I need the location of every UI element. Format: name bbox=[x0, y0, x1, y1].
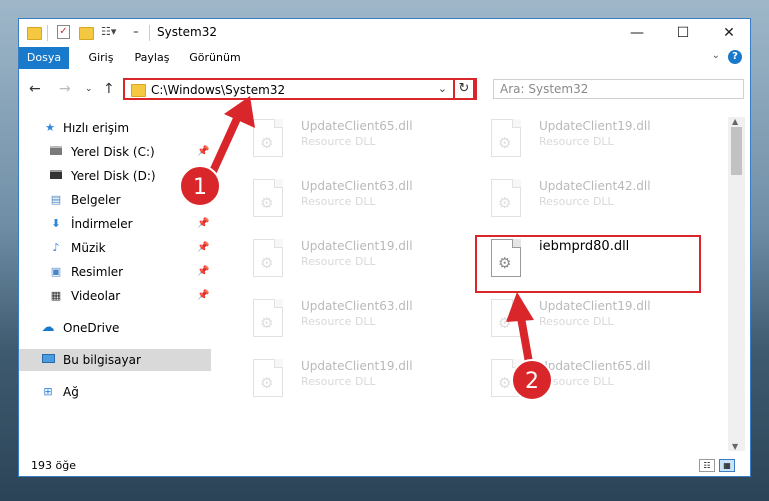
new-folder-icon[interactable] bbox=[79, 27, 94, 40]
list-item[interactable]: ⚙ UpdateClient65.dll Resource DLL bbox=[475, 353, 701, 407]
refresh-icon: ↻ bbox=[458, 81, 470, 96]
quick-access-dropdown-icon[interactable]: ₌ bbox=[133, 24, 139, 37]
gear-icon: ⚙ bbox=[260, 194, 274, 212]
gear-icon: ⚙ bbox=[498, 134, 512, 152]
network-icon: ⊞ bbox=[43, 385, 53, 398]
dll-file-icon: ⚙ bbox=[253, 179, 283, 217]
star-icon: ★ bbox=[45, 121, 55, 134]
list-item[interactable]: ⚙ UpdateClient19.dll Resource DLL bbox=[475, 293, 701, 347]
sidebar-item-quick-access[interactable]: ★ Hızlı erişim bbox=[19, 117, 211, 139]
pin-icon[interactable]: 📌 bbox=[197, 189, 209, 211]
dll-file-icon: ⚙ bbox=[253, 359, 283, 397]
search-input[interactable]: Ara: System32 bbox=[493, 79, 744, 99]
navigation-bar: ← → ⌄ ↑ C:\Windows\System32 ⌄ ↻ Ara: Sys… bbox=[19, 69, 750, 109]
list-item[interactable]: ⚙ UpdateClient19.dll Resource DLL bbox=[237, 353, 463, 407]
back-arrow-icon[interactable]: ← bbox=[29, 81, 41, 97]
close-button[interactable]: ✕ bbox=[706, 19, 750, 47]
large-icons-view-icon[interactable]: ▦ bbox=[719, 459, 735, 472]
help-icon[interactable]: ? bbox=[728, 50, 742, 64]
title-bar: ✓ ☷▾ ₌ System32 — ☐ ✕ bbox=[19, 19, 750, 47]
sidebar-item-local-disk-d[interactable]: Yerel Disk (D:) bbox=[19, 165, 211, 187]
list-item[interactable]: ⚙ UpdateClient63.dll Resource DLL bbox=[237, 293, 463, 347]
scrollbar-thumb[interactable] bbox=[731, 127, 742, 175]
dll-file-icon: ⚙ bbox=[253, 239, 283, 277]
details-view-icon[interactable]: ☷ bbox=[699, 459, 715, 472]
videos-icon: ▦ bbox=[50, 289, 62, 302]
dll-file-icon: ⚙ bbox=[491, 359, 521, 397]
navigation-pane: ★ Hızlı erişim Yerel Disk (C:) 📌 Yerel D… bbox=[19, 109, 211, 451]
sidebar-item-local-disk-c[interactable]: Yerel Disk (C:) 📌 bbox=[19, 141, 211, 163]
list-item[interactable]: ⚙ UpdateClient19.dll Resource DLL bbox=[475, 113, 701, 167]
cloud-icon: ☁ bbox=[41, 320, 55, 335]
sidebar-item-videos[interactable]: ▦ Videolar 📌 bbox=[19, 285, 211, 307]
sidebar-item-documents[interactable]: ▤ Belgeler 📌 bbox=[19, 189, 211, 211]
dll-file-icon: ⚙ bbox=[491, 179, 521, 217]
gear-icon: ⚙ bbox=[260, 134, 274, 152]
address-path: C:\Windows\System32 bbox=[151, 83, 286, 97]
dll-file-icon: ⚙ bbox=[253, 299, 283, 337]
maximize-button[interactable]: ☐ bbox=[660, 19, 706, 47]
pin-icon[interactable]: 📌 bbox=[197, 261, 209, 283]
list-item[interactable]: ⚙ UpdateClient42.dll Resource DLL bbox=[475, 173, 701, 227]
gear-icon: ⚙ bbox=[260, 374, 274, 392]
divider bbox=[47, 25, 48, 41]
gear-icon: ⚙ bbox=[498, 194, 512, 212]
documents-icon: ▤ bbox=[50, 193, 62, 206]
divider bbox=[149, 25, 150, 41]
scroll-down-icon[interactable]: ▼ bbox=[732, 442, 738, 451]
file-highlight-box bbox=[475, 235, 701, 293]
ribbon-tabs: Dosya Giriş Paylaş Görünüm ⌄ ? bbox=[19, 47, 750, 101]
pin-icon[interactable]: 📌 bbox=[197, 237, 209, 259]
music-icon: ♪ bbox=[52, 241, 60, 254]
computer-icon bbox=[41, 354, 55, 366]
tab-home[interactable]: Giriş bbox=[81, 47, 121, 69]
forward-arrow-icon[interactable]: → bbox=[59, 81, 71, 97]
dll-file-icon: ⚙ bbox=[491, 119, 521, 157]
sidebar-item-music[interactable]: ♪ Müzik 📌 bbox=[19, 237, 211, 259]
properties-icon[interactable]: ✓ bbox=[57, 25, 70, 39]
gear-icon: ⚙ bbox=[260, 254, 274, 272]
tab-share[interactable]: Paylaş bbox=[129, 47, 175, 69]
sidebar-item-downloads[interactable]: ⬇ İndirmeler 📌 bbox=[19, 213, 211, 235]
chevron-down-icon[interactable]: ⌄ bbox=[712, 50, 720, 61]
pin-icon[interactable]: 📌 bbox=[197, 141, 209, 163]
item-count: 193 öğe bbox=[31, 459, 76, 472]
minimize-button[interactable]: — bbox=[614, 19, 660, 47]
address-bar[interactable]: C:\Windows\System32 ⌄ bbox=[123, 78, 477, 100]
folder-icon bbox=[131, 84, 146, 97]
sidebar-item-pictures[interactable]: ▣ Resimler 📌 bbox=[19, 261, 211, 283]
recent-locations-icon[interactable]: ⌄ bbox=[85, 84, 93, 94]
dll-file-icon: ⚙ bbox=[253, 119, 283, 157]
vertical-scrollbar[interactable]: ▲ ▼ bbox=[728, 117, 745, 451]
folder-icon bbox=[27, 27, 42, 40]
pin-icon[interactable]: 📌 bbox=[197, 285, 209, 307]
download-icon: ⬇ bbox=[51, 217, 61, 230]
gear-icon: ⚙ bbox=[260, 314, 274, 332]
gear-icon: ⚙ bbox=[498, 374, 512, 392]
drive-icon bbox=[49, 146, 63, 158]
pictures-icon: ▣ bbox=[50, 265, 62, 278]
pin-icon[interactable]: 📌 bbox=[197, 213, 209, 235]
list-item[interactable]: ⚙ UpdateClient63.dll Resource DLL bbox=[237, 173, 463, 227]
gear-icon: ⚙ bbox=[498, 314, 512, 332]
list-item[interactable]: ⚙ UpdateClient19.dll Resource DLL bbox=[237, 233, 463, 287]
sidebar-item-onedrive[interactable]: ☁ OneDrive bbox=[19, 317, 211, 339]
up-arrow-icon[interactable]: ↑ bbox=[103, 81, 115, 97]
scroll-up-icon[interactable]: ▲ bbox=[732, 117, 738, 126]
refresh-button[interactable]: ↻ bbox=[453, 78, 475, 100]
status-bar: 193 öğe ☷ ▦ bbox=[19, 455, 750, 476]
sidebar-item-network[interactable]: ⊞ Ağ bbox=[19, 381, 211, 403]
sidebar-item-this-pc[interactable]: Bu bilgisayar bbox=[19, 349, 211, 371]
customize-toolbar-icon[interactable]: ☷▾ bbox=[101, 25, 116, 38]
list-item[interactable]: ⚙ UpdateClient65.dll Resource DLL bbox=[237, 113, 463, 167]
drive-icon bbox=[49, 170, 63, 182]
chevron-down-icon[interactable]: ⌄ bbox=[438, 82, 447, 95]
dll-file-icon: ⚙ bbox=[491, 299, 521, 337]
tab-view[interactable]: Görünüm bbox=[185, 47, 245, 69]
window-title: System32 bbox=[157, 25, 218, 39]
explorer-window: ✓ ☷▾ ₌ System32 — ☐ ✕ Dosya Giriş Paylaş… bbox=[18, 18, 751, 477]
